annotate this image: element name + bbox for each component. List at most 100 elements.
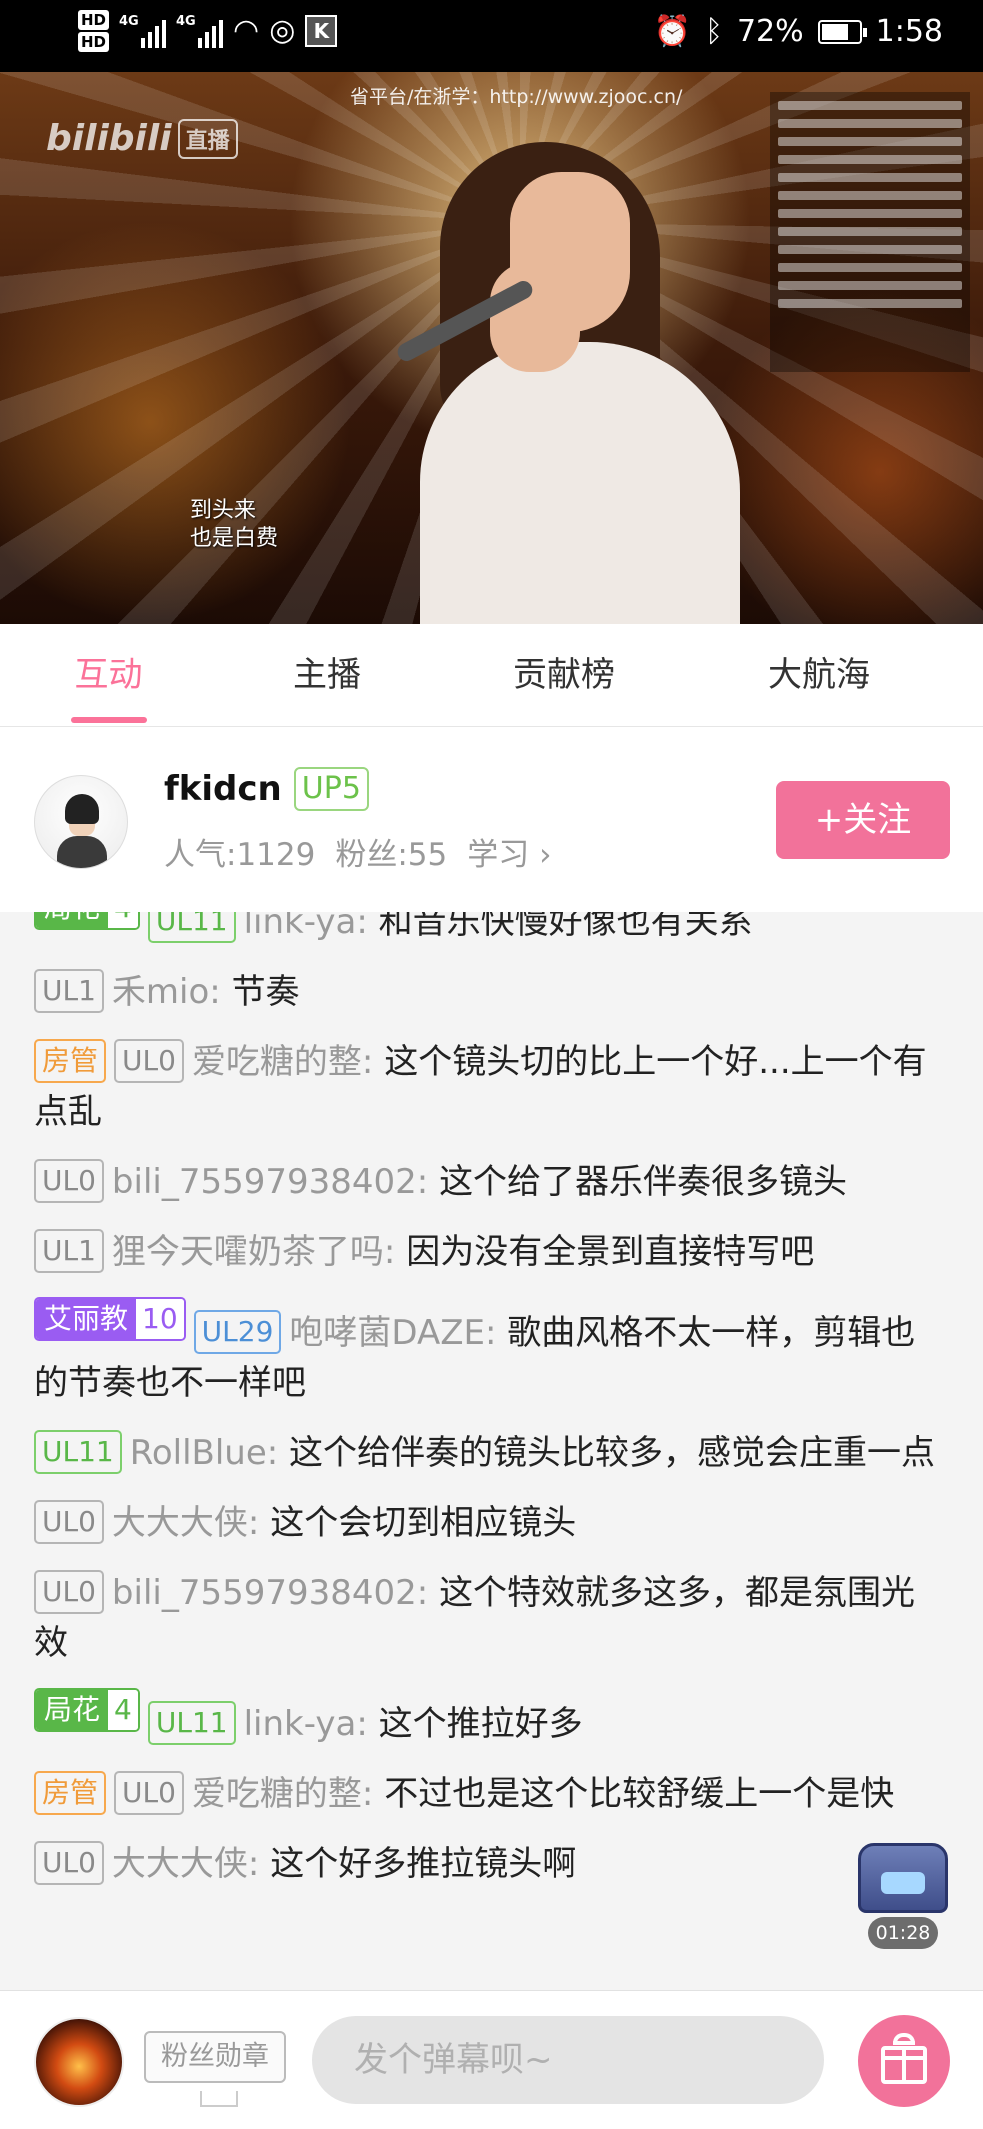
- bilibili-live-logo: bilibili 直播: [46, 118, 238, 159]
- fan-medal-badge[interactable]: 局花4: [34, 1688, 140, 1732]
- tab-bar: 互动 主播 贡献榜 大航海: [0, 624, 983, 727]
- chat-message[interactable]: UL1 禾mio: 节奏: [34, 967, 949, 1017]
- clock: 1:58: [875, 14, 943, 49]
- subtitle-line-2: 也是白费: [190, 526, 279, 551]
- network-type-1: 4G: [119, 14, 139, 29]
- chat-username[interactable]: link-ya:: [244, 1704, 368, 1744]
- chat-message[interactable]: 局花4 UL11 link-ya: 和音乐快慢好像也有关系: [34, 912, 949, 947]
- user-level-badge: UL1: [34, 1229, 104, 1273]
- chat-username[interactable]: 咆哮菌DAZE:: [289, 1313, 496, 1353]
- fan-medal-button[interactable]: 粉丝勋章: [144, 2031, 286, 2107]
- chat-username[interactable]: 禾mio:: [112, 972, 221, 1012]
- video-watermark: 省平台/在浙学：http://www.zjooc.cn/: [350, 86, 683, 108]
- chat-username[interactable]: 爱吃糖的整:: [192, 1042, 373, 1082]
- wifi-icon: ◠: [233, 13, 260, 48]
- chat-username[interactable]: RollBlue:: [130, 1433, 278, 1473]
- chat-message[interactable]: UL0 大大大侠: 这个好多推拉镜头啊: [34, 1839, 949, 1889]
- treasure-chest[interactable]: 01:28: [858, 1843, 948, 1953]
- user-level-badge: UL0: [114, 1771, 184, 1815]
- streamer-name[interactable]: fkidcn: [164, 769, 282, 809]
- hd-indicator: HD HD: [78, 10, 110, 52]
- bluetooth-icon: ᛒ: [704, 14, 723, 49]
- chat-message[interactable]: 房管 UL0 爱吃糖的整: 不过也是这个比较舒缓上一个是快: [34, 1769, 949, 1819]
- chat-message[interactable]: 艾丽教 10 UL29 咆哮菌DAZE: 歌曲风格不太一样，剪辑也的节奏也不一样吧: [34, 1297, 949, 1408]
- fan-medal-badge[interactable]: 艾丽教 10: [34, 1297, 186, 1341]
- live-tag: 直播: [177, 118, 238, 159]
- fan-medal-badge[interactable]: 局花4: [34, 912, 140, 930]
- chat-username[interactable]: 爱吃糖的整:: [192, 1774, 373, 1814]
- network-type-2: 4G: [176, 14, 196, 29]
- battery-percent: 72%: [736, 14, 804, 49]
- up-level-badge: UP5: [293, 767, 369, 811]
- chat-message[interactable]: UL1 狸今天嚯奶茶了吗: 因为没有全景到直接特写吧: [34, 1227, 949, 1277]
- user-level-badge: UL0: [34, 1570, 104, 1614]
- chat-text: 这个好多推拉镜头啊: [270, 1844, 577, 1884]
- live-video-player[interactable]: bilibili 直播 省平台/在浙学：http://www.zjooc.cn/…: [0, 72, 983, 624]
- chat-username[interactable]: 大大大侠:: [112, 1844, 259, 1884]
- user-level-badge: UL0: [34, 1841, 104, 1885]
- chat-text: 这个给了器乐伴奏很多镜头: [439, 1162, 848, 1202]
- active-tab-indicator: [70, 717, 147, 723]
- k-app-icon: K: [305, 15, 338, 47]
- subtitle-line-1: 到头来: [190, 498, 257, 523]
- user-level-badge: UL11: [34, 1430, 122, 1474]
- chat-text: 节奏: [231, 972, 300, 1012]
- performer-image: [394, 112, 760, 624]
- user-level-badge: UL1: [34, 969, 104, 1013]
- user-level-badge: UL29: [193, 1310, 282, 1354]
- chat-username[interactable]: 狸今天嚯奶茶了吗:: [112, 1232, 395, 1272]
- fan-medal-name: 艾丽教: [36, 1299, 137, 1339]
- fan-medal-name: 局花: [36, 912, 109, 928]
- room-admin-badge: 房管: [34, 1039, 107, 1083]
- bottom-bar: 粉丝勋章: [0, 1990, 983, 2129]
- chat-username[interactable]: bili_75597938402:: [112, 1162, 428, 1202]
- chat-list[interactable]: 局花4UL11link-ya: 和音乐快慢好像也有关系UL1禾mio: 节奏房管…: [0, 912, 983, 1990]
- room-admin-badge: 房管: [34, 1771, 107, 1815]
- category-link[interactable]: 学习 ›: [467, 829, 551, 874]
- fan-medal-level: 10: [136, 1299, 184, 1339]
- fans-count: 粉丝:55: [335, 837, 448, 873]
- streamer-header: fkidcn UP5 人气:1129 粉丝:55 学习 › +关注: [0, 727, 983, 912]
- tab-interact[interactable]: 互动: [0, 624, 217, 727]
- chat-text: 这个推拉好多: [378, 1704, 583, 1744]
- chat-username[interactable]: link-ya:: [244, 912, 368, 942]
- chat-text: 因为没有全景到直接特写吧: [406, 1232, 815, 1272]
- tab-streamer[interactable]: 主播: [217, 624, 437, 727]
- chat-message[interactable]: UL0 bili_75597938402: 这个特效就多这多，都是氛围光效: [34, 1568, 949, 1668]
- chat-message[interactable]: 局花 4 UL11 link-ya: 这个推拉好多: [34, 1688, 949, 1749]
- chat-message[interactable]: UL0 大大大侠: 这个会切到相应镜头: [34, 1498, 949, 1548]
- tab-streamer-label: 主播: [293, 655, 361, 695]
- streamer-avatar[interactable]: [34, 775, 128, 869]
- embedded-chat-overlay: [770, 92, 970, 372]
- chat-text: 这个给伴奏的镜头比较多，感觉会庄重一点: [289, 1433, 936, 1473]
- chat-username[interactable]: bili_75597938402:: [112, 1573, 428, 1613]
- streamer-stats: 人气:1129 粉丝:55 学习 ›: [164, 829, 552, 874]
- status-bar: HD HD 4G 4G ◠ ◎ K ⏰ ᛒ 72% 1:58: [0, 0, 983, 72]
- tab-interact-label: 互动: [74, 655, 143, 695]
- user-level-badge: UL0: [34, 1500, 104, 1544]
- follow-button[interactable]: +关注: [776, 781, 950, 859]
- gift-button[interactable]: [858, 2015, 950, 2107]
- user-level-badge: UL0: [114, 1039, 184, 1083]
- hd1-label: HD: [78, 10, 110, 30]
- video-subtitle: 到头来 也是白费: [190, 497, 278, 553]
- treasure-chest-icon: [858, 1843, 948, 1913]
- chat-message[interactable]: 房管 UL0 爱吃糖的整: 这个镜头切的比上一个好...上一个有点乱: [34, 1037, 949, 1137]
- chat-message[interactable]: UL11 RollBlue: 这个给伴奏的镜头比较多，感觉会庄重一点: [34, 1428, 949, 1478]
- chat-message[interactable]: UL0 bili_75597938402: 这个给了器乐伴奏很多镜头: [34, 1157, 949, 1207]
- chat-text: 和音乐快慢好像也有关系: [378, 912, 753, 942]
- user-avatar[interactable]: [34, 2017, 124, 2107]
- streamer-name-row: fkidcn UP5: [164, 767, 369, 811]
- chat-text: 不过也是这个比较舒缓上一个是快: [384, 1774, 895, 1814]
- danmaku-input[interactable]: [312, 2016, 824, 2104]
- tab-guard-label: 大航海: [768, 655, 870, 695]
- chat-username[interactable]: 大大大侠:: [112, 1503, 259, 1543]
- treasure-timer: 01:28: [868, 1917, 938, 1949]
- tab-contribution-rank[interactable]: 贡献榜: [437, 624, 691, 727]
- fan-medal-level: 4: [108, 912, 138, 928]
- gift-icon: [881, 2046, 927, 2084]
- user-level-badge: UL11: [147, 912, 236, 943]
- tab-guard[interactable]: 大航海: [691, 624, 947, 727]
- tab-contribution-label: 贡献榜: [513, 655, 615, 695]
- alarm-icon: ⏰: [653, 14, 691, 49]
